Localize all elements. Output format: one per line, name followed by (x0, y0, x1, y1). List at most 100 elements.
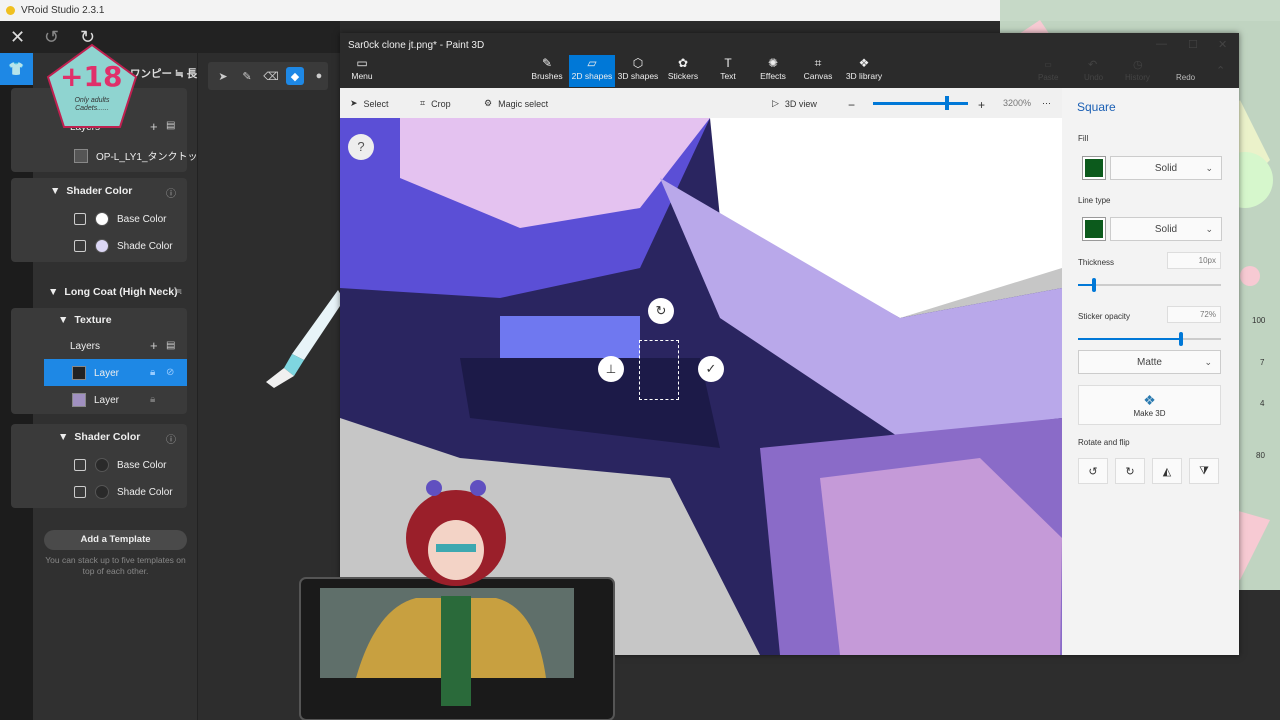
help-icon[interactable]: ? (348, 134, 374, 160)
thickness-input[interactable]: 10px (1167, 252, 1221, 269)
magic-select-button[interactable]: ⚙ Magic select (484, 98, 548, 109)
chevron-down-icon: ⌄ (1204, 356, 1212, 367)
layer-second[interactable]: Layer (72, 393, 119, 407)
opacity-slider-thumb[interactable] (1178, 332, 1183, 346)
thickness-slider[interactable] (1078, 278, 1221, 292)
base-color-swatch-2[interactable] (95, 458, 109, 472)
shade-color-row-2[interactable]: Shade Color (74, 485, 173, 499)
zoom-in-icon[interactable]: + (978, 98, 985, 112)
commit-check-icon[interactable]: ✓ (698, 356, 724, 382)
finish-dropdown[interactable]: Matte ⌄ (1078, 350, 1221, 374)
tab-stickers[interactable]: ✿ Stickers (660, 55, 706, 87)
stamp-icon[interactable]: ⊥ (598, 356, 624, 382)
shade-color-swatch-2[interactable] (95, 485, 109, 499)
history-icon[interactable]: ◷ (1133, 58, 1143, 71)
age-badge-text: +18 (60, 60, 123, 93)
shade-color-swatch[interactable] (95, 239, 109, 253)
zoom-slider-track[interactable] (873, 102, 968, 105)
zoom-out-icon[interactable]: − (848, 98, 855, 112)
line-type-dropdown[interactable]: Solid ⌄ (1110, 217, 1222, 241)
base-color-row[interactable]: Base Color (74, 212, 166, 226)
visibility-icon[interactable]: ⊘ (166, 367, 174, 378)
tab-brushes[interactable]: ✎ Brushes (524, 55, 570, 87)
rotate-flip-label: Rotate and flip (1078, 438, 1130, 447)
shape-selection-box[interactable] (639, 340, 679, 400)
lock-icon[interactable]: 🔒︎ (150, 367, 155, 378)
layer-folder-icon-2[interactable]: ▤ (166, 340, 175, 351)
close-icon[interactable]: ✕ (10, 27, 25, 48)
layer-selected-label: Layer (94, 367, 120, 379)
select-button[interactable]: ➤ Select (350, 98, 389, 109)
paste-button[interactable]: ▭ (1040, 60, 1056, 69)
collapse-icon[interactable]: ⌃ (1216, 64, 1225, 77)
thickness-label: Thickness (1078, 258, 1115, 267)
rotate-left-icon[interactable]: ↺ (1078, 458, 1108, 484)
shade-color-row[interactable]: Shade Color (74, 239, 173, 253)
more-icon[interactable]: ⋯ (1042, 98, 1051, 109)
shader-color-header-2[interactable]: ▼ Shader Color (58, 431, 140, 443)
close-icon[interactable]: ✕ (1218, 38, 1227, 51)
texture-header[interactable]: ▼ Texture (58, 314, 112, 326)
coat-header[interactable]: ▼ Long Coat (High Neck) (48, 286, 178, 298)
base-color-swatch[interactable] (95, 212, 109, 226)
history-label: History (1125, 73, 1150, 82)
menu-button[interactable]: ▭ Menu (340, 55, 384, 87)
lock-icon[interactable]: 🔒︎ (150, 394, 155, 405)
3d-view-button[interactable]: ▷ 3D view (772, 98, 817, 109)
shade-color-checkbox-2[interactable] (74, 486, 86, 498)
undo-icon[interactable]: ↶ (1088, 58, 1097, 71)
add-layer-icon-2[interactable]: + (150, 338, 158, 353)
help-icon[interactable]: ⓘ (166, 185, 176, 200)
vroid-title: VRoid Studio 2.3.1 (21, 5, 105, 16)
zoom-slider-thumb[interactable] (945, 96, 949, 110)
add-layer-icon[interactable]: + (150, 119, 158, 134)
2d-shapes-icon: ▱ (587, 56, 597, 70)
base-color-label-2: Base Color (117, 459, 167, 471)
shader-color-header-1[interactable]: ▼ Shader Color (50, 185, 132, 197)
coat-settings-icon[interactable]: ≒ (174, 286, 182, 297)
layer-item-label: OP-L_LY1_タンクトッ (96, 152, 198, 163)
crop-button[interactable]: ⌗ Crop (420, 98, 451, 109)
tab-2d-shapes[interactable]: ▱ 2D shapes (569, 55, 615, 87)
layer-item[interactable]: OP-L_LY1_タンクトッ (74, 148, 198, 163)
dropper-tool-icon[interactable]: ● (310, 67, 328, 85)
eraser-tool-icon[interactable]: ⌫ (262, 67, 280, 85)
shade-color-checkbox[interactable] (74, 240, 86, 252)
base-color-checkbox[interactable] (74, 213, 86, 225)
pen-tool-icon[interactable]: ✎ (238, 67, 256, 85)
opacity-input[interactable]: 72% (1167, 306, 1221, 323)
edge-value-4: 4 (1260, 399, 1265, 408)
fill-type-dropdown[interactable]: Solid ⌄ (1110, 156, 1222, 180)
add-template-button[interactable]: Add a Template (44, 530, 187, 550)
maximize-icon[interactable]: ☐ (1188, 38, 1198, 51)
opacity-slider[interactable] (1078, 332, 1221, 346)
rotate-handle-icon[interactable]: ↻ (648, 298, 674, 324)
make-3d-button[interactable]: ❖ Make 3D (1078, 385, 1221, 425)
fill-color-swatch[interactable] (1082, 156, 1106, 180)
line-color-swatch[interactable] (1082, 217, 1106, 241)
base-color-row-2[interactable]: Base Color (74, 458, 166, 472)
tab-3d-shapes[interactable]: ⬡ 3D shapes (615, 55, 661, 87)
rail-outfit-icon[interactable]: 👕 (0, 53, 33, 85)
thickness-slider-thumb[interactable] (1091, 278, 1096, 292)
viewport-toolbar: ➤ ✎ ⌫ ◆ ● (208, 62, 328, 90)
fill-tool-icon[interactable]: ◆ (286, 67, 304, 85)
tab-text[interactable]: T Text (705, 55, 751, 87)
tab-canvas[interactable]: ⌗ Canvas (795, 55, 841, 87)
magic-select-icon: ⚙ (484, 98, 493, 108)
shade-color-label: Shade Color (117, 240, 173, 252)
texture-title: Texture (74, 314, 112, 326)
shade-color-label-2: Shade Color (117, 486, 173, 498)
tab-3d-library[interactable]: ❖ 3D library (841, 55, 887, 87)
layer-folder-icon[interactable]: ▤ (166, 120, 175, 131)
minimize-icon[interactable]: — (1156, 38, 1167, 50)
help-icon[interactable]: ⓘ (166, 431, 176, 446)
cursor-tool-icon[interactable]: ➤ (214, 67, 232, 85)
tab-effects[interactable]: ✺ Effects (750, 55, 796, 87)
layer-selected[interactable]: Layer (72, 366, 119, 380)
base-color-checkbox-2[interactable] (74, 459, 86, 471)
rotate-right-icon[interactable]: ↻ (1115, 458, 1145, 484)
flip-vertical-icon[interactable]: ⧩ (1189, 458, 1219, 484)
panel-header-partial: ワンピー ≒ 長 (130, 68, 198, 80)
flip-horizontal-icon[interactable]: ◭ (1152, 458, 1182, 484)
